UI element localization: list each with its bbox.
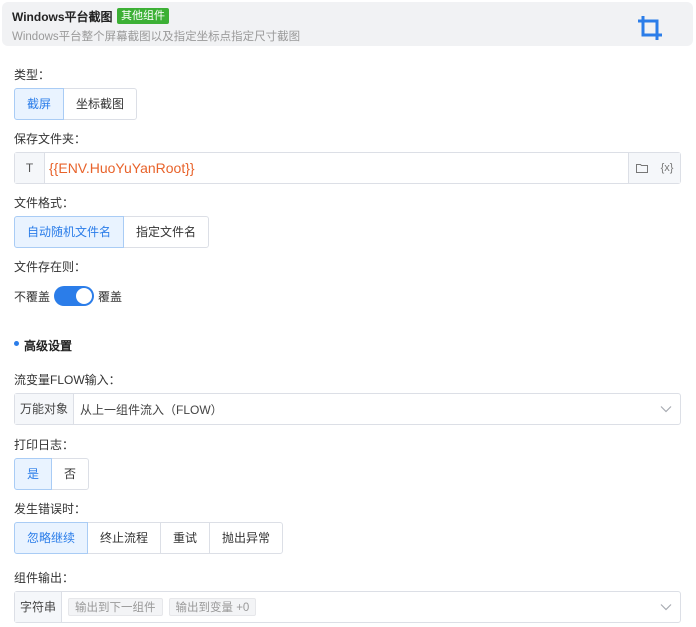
log-option-no[interactable]: 否 [51,458,90,490]
string-type-prefix[interactable]: 字符串 [15,592,63,622]
text-type-prefix[interactable]: T [15,153,45,183]
overwrite-toggle[interactable] [54,286,95,306]
no-overwrite-label: 不覆盖 [14,289,51,304]
object-type-prefix[interactable]: 万能对象 [15,394,75,424]
flow-label: 流变量FLOW输入： [14,373,121,387]
chevron-down-icon[interactable] [660,405,672,413]
format-label: 文件格式： [14,196,75,210]
component-description: Windows平台整个屏幕截图以及指定坐标点指定尺寸截图 [12,31,301,43]
advanced-settings-title: 高级设置 [24,339,73,353]
flow-select-value: 从上一组件流入（FLOW） [80,402,223,417]
overwrite-toggle-row: 不覆盖 覆盖 [14,286,122,306]
folder-icon[interactable] [635,163,648,173]
overwrite-label: 覆盖 [98,289,123,304]
output-select[interactable]: 字符串 输出到下一组件 输出到变量 +0 [14,591,681,623]
folder-input: T {{ENV.HuoYuYanRoot}} {x} [14,152,681,184]
log-label: 打印日志： [14,438,75,452]
error-option-retry[interactable]: 重试 [160,522,211,554]
error-option-throw[interactable]: 抛出异常 [209,522,284,554]
output-variable-chip[interactable]: 输出到变量 +0 [168,598,257,616]
log-option-yes[interactable]: 是 [14,458,53,490]
toggle-knob [76,288,93,304]
error-selector: 忽略继续 终止流程 重试 抛出异常 [14,522,284,554]
type-option-screenshot[interactable]: 截屏 [14,88,65,120]
output-next-chip[interactable]: 输出到下一组件 [68,598,163,616]
component-title: Windows平台截图 [12,10,113,24]
section-bullet [14,341,19,346]
log-selector: 是 否 [14,458,90,490]
category-badge: 其他组件 [117,8,169,24]
error-option-stop[interactable]: 终止流程 [87,522,162,554]
format-option-specified[interactable]: 指定文件名 [123,216,210,248]
chevron-down-icon[interactable] [660,603,672,611]
folder-path-value[interactable]: {{ENV.HuoYuYanRoot}} [45,153,628,183]
exists-label: 文件存在则： [14,260,87,274]
error-label: 发生错误时： [14,502,87,516]
flow-select[interactable]: 万能对象 从上一组件流入（FLOW） [14,393,681,425]
error-option-ignore[interactable]: 忽略继续 [14,522,89,554]
format-option-random[interactable]: 自动随机文件名 [14,216,125,248]
crop-icon[interactable] [636,14,664,42]
folder-label: 保存文件夹： [14,132,87,146]
output-label: 组件输出： [14,571,75,585]
format-selector: 自动随机文件名 指定文件名 [14,216,210,248]
variable-button[interactable]: {x} [661,162,674,174]
component-header: Windows平台截图 其他组件 Windows平台整个屏幕截图以及指定坐标点指… [2,2,693,46]
type-option-coordinate[interactable]: 坐标截图 [63,88,138,120]
type-label: 类型： [14,68,51,82]
type-selector: 截屏 坐标截图 [14,88,138,120]
